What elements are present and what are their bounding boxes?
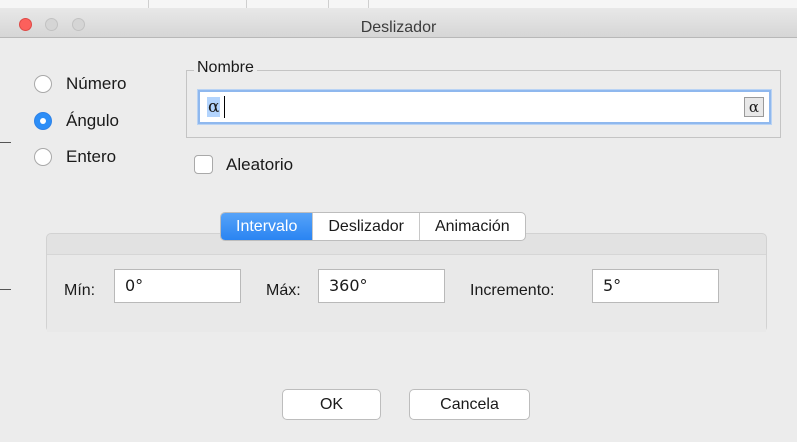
- name-group-legend: Nombre: [194, 59, 257, 77]
- radio-entero[interactable]: Entero: [34, 147, 116, 167]
- radio-label: Ángulo: [66, 111, 119, 130]
- max-field[interactable]: 360°: [318, 269, 445, 303]
- radio-button[interactable]: [34, 112, 52, 130]
- radio-label: Entero: [66, 147, 117, 166]
- text-caret: [224, 96, 225, 118]
- background-window-strip: [0, 0, 797, 8]
- tab-animacion[interactable]: Animación: [420, 213, 525, 240]
- random-checkbox-label: Aleatorio: [226, 155, 294, 174]
- title-bar: Deslizador: [0, 0, 797, 38]
- tab-intervalo[interactable]: Intervalo: [221, 213, 314, 240]
- name-input[interactable]: α α: [198, 90, 771, 124]
- window-title: Deslizador: [360, 19, 437, 36]
- radio-angulo[interactable]: Ángulo: [34, 111, 119, 131]
- radio-button[interactable]: [34, 148, 52, 166]
- insert-symbol-button[interactable]: α: [744, 97, 764, 117]
- tab-deslizador[interactable]: Deslizador: [313, 213, 420, 240]
- cancel-button[interactable]: Cancela: [409, 389, 530, 420]
- min-field[interactable]: 0°: [114, 269, 241, 303]
- name-input-value: α: [207, 97, 221, 117]
- left-edge-mark: [0, 142, 11, 143]
- left-edge-mark: [0, 289, 11, 290]
- radio-button[interactable]: [34, 75, 52, 93]
- radio-numero[interactable]: Número: [34, 74, 126, 94]
- random-checkbox[interactable]: [194, 155, 213, 174]
- max-label: Máx:: [266, 282, 301, 299]
- increment-field[interactable]: 5°: [592, 269, 719, 303]
- min-label: Mín:: [64, 282, 96, 299]
- ok-button[interactable]: OK: [282, 389, 381, 420]
- tab-bar: Intervalo Deslizador Animación: [220, 212, 526, 241]
- radio-label: Número: [66, 74, 127, 93]
- increment-label: Incremento:: [470, 282, 555, 299]
